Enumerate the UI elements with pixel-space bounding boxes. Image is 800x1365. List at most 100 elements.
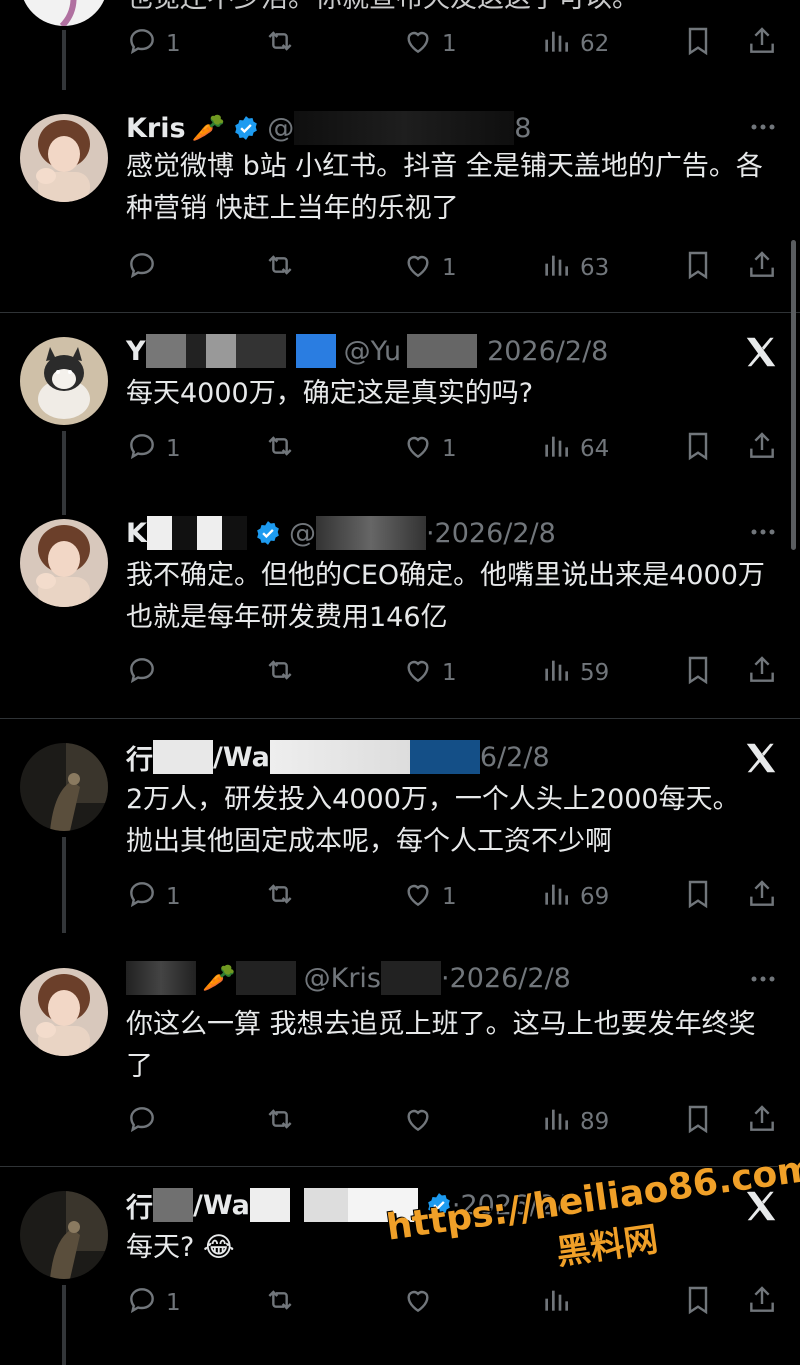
- avatar[interactable]: [20, 519, 108, 607]
- like-count: 1: [442, 255, 457, 281]
- bookmark-button[interactable]: [682, 250, 714, 286]
- reply-thread: 也觉还不少活。你就宣布天友这这了可以。 1 1 62 Kris 🥕 @ 8 感觉微博…: [0, 0, 800, 1365]
- post-item[interactable]: Kris 🥕 @ 8 感觉微博 b站 小红书。抖音 全是铺天盖地的广告。各种营销…: [0, 100, 800, 312]
- share-button[interactable]: [746, 431, 778, 467]
- views-button[interactable]: 59: [540, 655, 609, 691]
- bookmark-button[interactable]: [682, 655, 714, 691]
- scrollbar[interactable]: [791, 240, 796, 550]
- share-icon: [746, 1103, 778, 1141]
- author-name-suffix[interactable]: /Wa: [193, 1190, 250, 1221]
- retweet-icon: [264, 249, 296, 287]
- separator: ·: [441, 962, 450, 994]
- avatar[interactable]: [20, 337, 108, 425]
- views-icon: [540, 249, 572, 287]
- action-bar: 1 63: [126, 250, 778, 286]
- views-button[interactable]: [540, 1285, 580, 1321]
- bookmark-icon: [682, 1284, 714, 1322]
- author-name[interactable]: 行: [126, 1186, 153, 1225]
- share-button[interactable]: [746, 26, 778, 62]
- share-icon: [746, 654, 778, 692]
- reply-button[interactable]: 1: [126, 26, 181, 62]
- retweet-button[interactable]: [264, 250, 296, 286]
- avatar[interactable]: [20, 0, 108, 26]
- reply-button[interactable]: [126, 655, 166, 691]
- x-logo-icon[interactable]: [742, 739, 780, 777]
- more-icon[interactable]: [748, 112, 778, 142]
- post-date[interactable]: 2026/2/8: [450, 963, 571, 994]
- reply-count: 1: [166, 31, 181, 57]
- author-name[interactable]: 行: [126, 738, 153, 777]
- like-button[interactable]: 1: [402, 250, 457, 286]
- views-count: 89: [580, 1109, 610, 1135]
- like-button[interactable]: 1: [402, 879, 457, 915]
- author-handle[interactable]: @Yu: [344, 336, 402, 367]
- author-name[interactable]: K: [126, 518, 147, 549]
- action-bar: 1 1 64: [126, 431, 778, 467]
- like-button[interactable]: 1: [402, 431, 457, 467]
- author-handle[interactable]: @Kris: [304, 963, 381, 994]
- bookmark-button[interactable]: [682, 1104, 714, 1140]
- post-item[interactable]: 行 /Wa 6/2/8 2万人，研发投入4000万，一个人头上2000每天。抛出…: [0, 719, 800, 944]
- views-button[interactable]: 62: [540, 26, 609, 62]
- like-button[interactable]: 1: [402, 26, 457, 62]
- reply-button[interactable]: [126, 250, 166, 286]
- like-button[interactable]: [402, 1104, 442, 1140]
- retweet-button[interactable]: [264, 26, 296, 62]
- reply-button[interactable]: [126, 1104, 166, 1140]
- partial-post[interactable]: 也觉还不少活。你就宣布天友这这了可以。 1 1 62: [0, 0, 800, 90]
- x-logo-icon[interactable]: [742, 333, 780, 371]
- action-bar: 1 1 62: [126, 26, 778, 62]
- share-button[interactable]: [746, 250, 778, 286]
- retweet-icon: [264, 1103, 296, 1141]
- author-handle[interactable]: @: [267, 113, 294, 144]
- avatar[interactable]: [20, 968, 108, 1056]
- share-button[interactable]: [746, 655, 778, 691]
- author-name-suffix[interactable]: /Wa: [213, 742, 270, 773]
- avatar[interactable]: [20, 743, 108, 831]
- post-date[interactable]: 6/2/8: [480, 742, 550, 773]
- reply-icon: [126, 1284, 158, 1322]
- share-button[interactable]: [746, 879, 778, 915]
- reply-count: 1: [166, 436, 181, 462]
- post-date[interactable]: 8: [514, 113, 531, 144]
- blurred-handle: [269, 740, 410, 774]
- more-icon[interactable]: [748, 964, 778, 994]
- reply-button[interactable]: 1: [126, 431, 181, 467]
- retweet-button[interactable]: [264, 655, 296, 691]
- post-item[interactable]: K @ · 2026/2/8 我不确定。但他的CEO确定。他嘴里说出来是4000…: [0, 493, 800, 718]
- bookmark-button[interactable]: [682, 431, 714, 467]
- views-button[interactable]: 63: [540, 250, 609, 286]
- author-name[interactable]: Kris: [126, 113, 186, 144]
- retweet-button[interactable]: [264, 1104, 296, 1140]
- like-button[interactable]: 1: [402, 655, 457, 691]
- reply-button[interactable]: 1: [126, 879, 181, 915]
- author-handle[interactable]: @: [289, 518, 316, 549]
- post-date[interactable]: 2026/2/8: [487, 336, 608, 367]
- more-icon[interactable]: [748, 517, 778, 547]
- retweet-button[interactable]: [264, 879, 296, 915]
- share-icon: [746, 878, 778, 916]
- post-text-body: 每天?: [126, 1232, 195, 1263]
- blurred-handle-2: [303, 1188, 348, 1222]
- avatar[interactable]: [20, 114, 108, 202]
- bookmark-icon: [682, 878, 714, 916]
- views-button[interactable]: 69: [540, 879, 609, 915]
- views-button[interactable]: 89: [540, 1104, 609, 1140]
- retweet-button[interactable]: [264, 1285, 296, 1321]
- retweet-button[interactable]: [264, 431, 296, 467]
- share-icon: [746, 430, 778, 468]
- avatar[interactable]: [20, 1191, 108, 1279]
- share-button[interactable]: [746, 1285, 778, 1321]
- bookmark-button[interactable]: [682, 1285, 714, 1321]
- reply-button[interactable]: 1: [126, 1285, 181, 1321]
- share-button[interactable]: [746, 1104, 778, 1140]
- blurred-badge: [295, 334, 336, 368]
- post-date[interactable]: 2026/2/8: [435, 518, 556, 549]
- post-item[interactable]: Y @Yu 2026/2/8 每天4000万，确定这是真实的吗? 1 1 64: [0, 313, 800, 515]
- author-name[interactable]: Y: [126, 336, 146, 367]
- views-button[interactable]: 64: [540, 431, 609, 467]
- post-item[interactable]: 🥕 @Kris · 2026/2/8 你这么一算 我想去追觅上班了。这马上也要发…: [0, 944, 800, 1166]
- bookmark-button[interactable]: [682, 879, 714, 915]
- bookmark-button[interactable]: [682, 26, 714, 62]
- name-emoji: 🥕: [191, 113, 226, 144]
